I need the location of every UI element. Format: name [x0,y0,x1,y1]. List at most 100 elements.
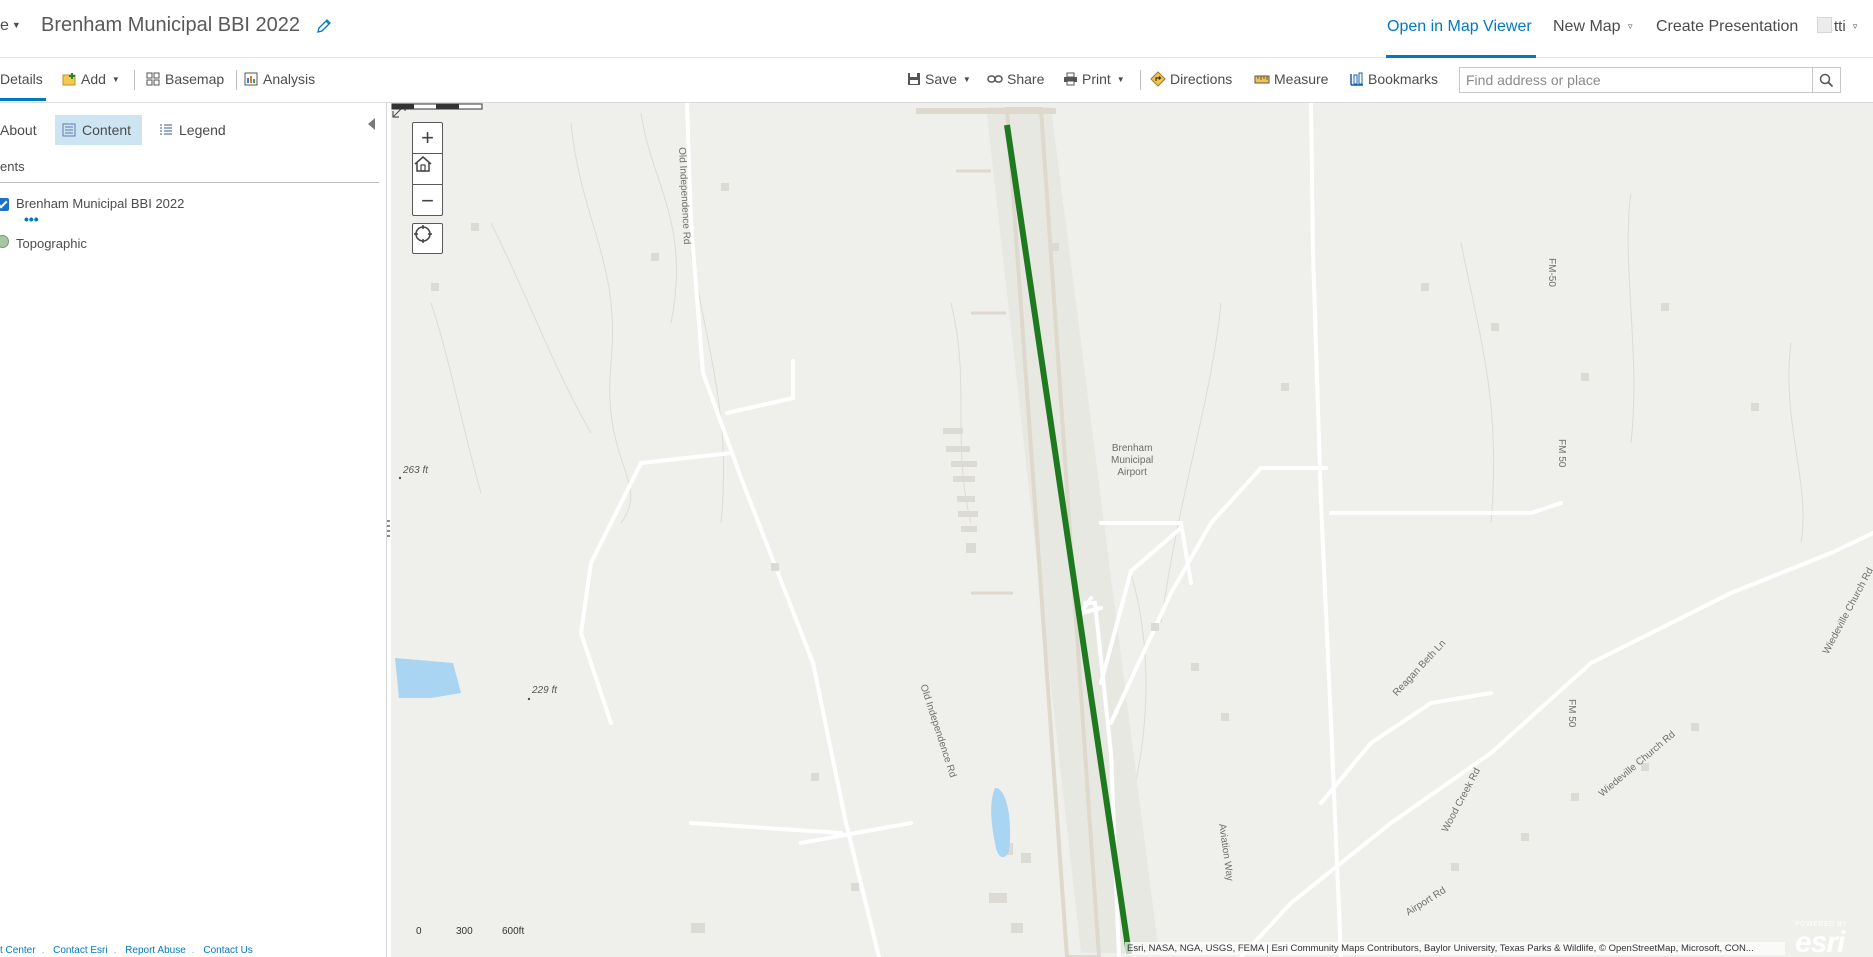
esri-wordmark: esri [1795,926,1845,957]
bookmarks-icon [1350,72,1363,86]
collapse-panel-icon[interactable] [368,118,375,130]
basemap-label: Basemap [165,71,225,87]
contents-heading: ents [0,159,25,174]
road-label: FM-50 [1546,258,1557,287]
app-menu-label: e [0,17,9,34]
directions-label: Directions [1170,71,1233,87]
home-button[interactable] [413,154,442,185]
add-label: Add [81,71,106,87]
scale-label: 600ft [502,926,525,937]
elevation-label: 229 ft [532,685,558,696]
zoom-out-button[interactable]: − [413,185,442,216]
scale-bar [391,103,483,110]
create-presentation-link[interactable]: Create Presentation [1656,18,1798,36]
new-map-menu[interactable]: New Map ▿ [1553,18,1633,36]
home-icon [414,156,432,172]
zoom-in-button[interactable]: + [413,123,442,154]
toolbar-divider [236,70,237,90]
save-label: Save [925,71,957,87]
add-button[interactable]: Add ▼ [62,71,120,87]
crosshair-icon [414,225,432,243]
analysis-icon [244,72,258,86]
map-view[interactable]: Brenham Municipal Airport Old Independen… [391,103,1873,957]
chevron-down-icon: ▿ [1628,21,1633,31]
print-label: Print [1082,71,1111,87]
measure-label: Measure [1274,71,1329,87]
tab-legend[interactable]: Legend [159,115,226,145]
runway-apron [986,107,1159,953]
zoom-control: + − [412,122,443,216]
plus-icon: + [421,125,434,150]
pond [395,658,461,698]
measure-button[interactable]: Measure [1254,71,1328,87]
toolbar-divider [134,70,135,90]
footer-link-contact-esri[interactable]: Contact Esri [53,945,107,956]
share-button[interactable]: Share [987,71,1044,87]
map-toolbar: Details Add ▼ Basemap Analysis Save ▼ Sh… [0,58,1873,103]
layer-name[interactable]: Brenham Municipal BBI 2022 [16,196,184,211]
pencil-icon[interactable] [316,18,332,34]
tab-about[interactable]: About [0,115,37,145]
search-box [1459,67,1841,93]
search-input[interactable] [1460,68,1812,92]
save-button[interactable]: Save ▼ [907,71,971,87]
open-in-map-viewer-link[interactable]: Open in Map Viewer [1387,18,1532,36]
add-layer-icon [62,73,76,86]
user-menu[interactable]: tti ▿ [1834,18,1857,35]
caret-down-icon: ▼ [1116,74,1125,84]
footer-links: t Center. Contact Esri. Report Abuse. Co… [0,945,267,956]
scale-label: 0 [416,926,422,937]
map-title: Brenham Municipal BBI 2022 [41,14,301,36]
layer-visibility-checkbox[interactable] [0,198,9,211]
elevation-point [398,476,402,480]
tab-content[interactable]: Content [55,115,142,145]
locate-button[interactable] [412,223,443,254]
search-button[interactable] [1812,68,1840,92]
road-label: FM 50 [1556,439,1567,468]
divider [0,182,379,183]
separator-dot: . [113,945,117,956]
footer-link-report-abuse[interactable]: Report Abuse [125,945,186,956]
tab-legend-label: Legend [179,122,226,138]
toolbar-divider [1140,70,1141,90]
print-button[interactable]: Print ▼ [1063,71,1125,87]
more-options-icon[interactable]: ••• [24,211,39,227]
airport-label-line: Municipal [1111,455,1154,466]
minus-icon: − [421,187,434,213]
tab-content-label: Content [82,122,132,138]
bookmarks-button[interactable]: Bookmarks [1350,71,1438,87]
search-icon [1819,73,1834,87]
link-icon [987,75,1003,83]
caret-down-icon: ▼ [111,74,120,84]
details-active-underline [0,98,46,101]
basemap-button[interactable]: Basemap [146,71,224,87]
footer-link-contact-us[interactable]: Contact Us [203,945,252,956]
analysis-label: Analysis [263,71,316,87]
floppy-disk-icon [908,73,920,85]
user-avatar[interactable] [1817,17,1832,33]
app-header: e ▼ Brenham Municipal BBI 2022 Open in Ma… [0,0,1873,58]
airport-label-line: Brenham [1111,443,1153,454]
measure-ruler-icon [1254,75,1270,84]
basemap-canvas [395,103,1873,957]
app-menu[interactable]: e ▼ [0,17,21,35]
analysis-button[interactable]: Analysis [244,71,315,87]
basemap-layer-name[interactable]: Topographic [16,236,87,251]
road-label: FM 50 [1566,699,1577,728]
tab-about-label: About [0,122,37,138]
airport-label-line: Airport [1117,467,1147,478]
esri-logo[interactable]: POWERED BY esri [1795,921,1865,957]
chevron-down-icon: ▼ [11,20,21,30]
content-list-icon [62,123,76,137]
map-attribution[interactable]: Esri, NASA, NGA, USGS, FEMA | Esri Commu… [1125,942,1785,955]
elevation-label: 263 ft [403,465,429,476]
pond [991,787,1011,858]
contents-panel: About Content Legend ents Brenham Munici… [0,103,387,957]
separator-dot: . [41,945,45,956]
printer-icon [1064,72,1077,86]
panel-resize-handle[interactable] [387,520,390,538]
directions-button[interactable]: Directions [1150,71,1232,87]
details-button[interactable]: Details [0,71,43,87]
chevron-down-icon: ▿ [1852,21,1858,31]
footer-link-help-center[interactable]: t Center [0,945,36,956]
